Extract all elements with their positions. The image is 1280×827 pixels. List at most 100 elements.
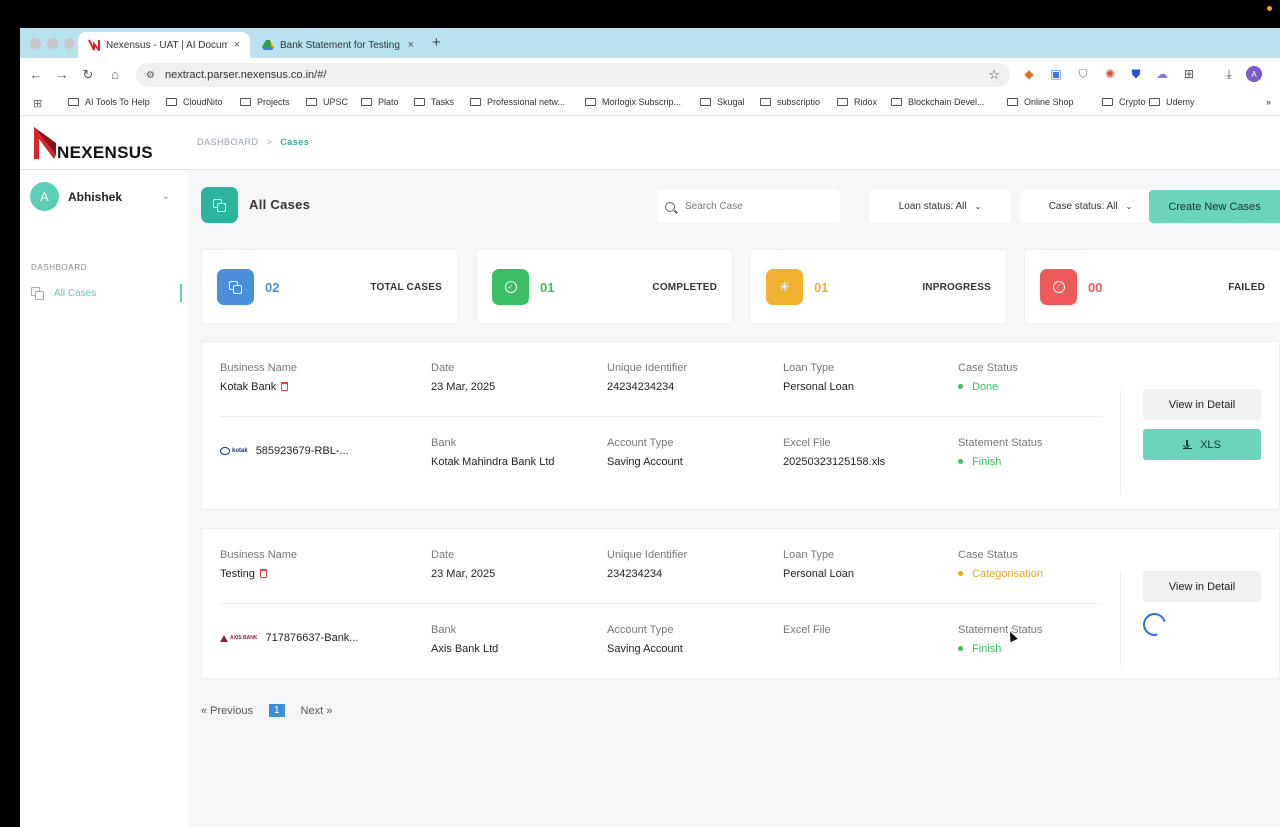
statement-name[interactable]: 717876637-Bank... bbox=[266, 632, 359, 644]
date-value: 23 Mar, 2025 bbox=[431, 381, 496, 393]
close-window-button[interactable] bbox=[30, 38, 41, 49]
bookmark-item[interactable]: Crypto bbox=[1102, 97, 1146, 107]
folder-icon bbox=[240, 98, 251, 106]
bookmark-item[interactable]: Plato bbox=[361, 97, 399, 107]
bookmark-item[interactable]: AI Tools To Help bbox=[68, 97, 150, 107]
unique-identifier-value: 24234234234 bbox=[607, 381, 675, 393]
reload-icon[interactable]: ↻ bbox=[80, 67, 96, 83]
excel-file-value: 20250323125158.xls bbox=[783, 456, 886, 468]
bookmarks-bar: ⊞ AI Tools To Help CloudNito Projects UP… bbox=[20, 92, 1280, 116]
minimize-window-button[interactable] bbox=[47, 38, 58, 49]
trash-icon[interactable] bbox=[281, 381, 289, 391]
bookmark-star-icon[interactable]: ☆ bbox=[988, 67, 1000, 83]
field-label: Date bbox=[431, 549, 455, 561]
block-icon: ⁄ bbox=[1040, 269, 1077, 305]
sidebar: A Abhishek ⌄ DASHBOARD All Cases bbox=[20, 170, 188, 827]
folder-icon bbox=[760, 98, 771, 106]
apps-grid-icon[interactable]: ⊞ bbox=[33, 97, 42, 110]
bookmark-item[interactable]: Udemy bbox=[1149, 97, 1195, 107]
nexensus-logo[interactable]: NEXENSUS bbox=[32, 125, 162, 165]
bookmark-item[interactable]: Skugal bbox=[700, 97, 745, 107]
account-type-cell: Account Type Saving Account bbox=[607, 624, 683, 658]
bookmark-item[interactable]: Professional netw... bbox=[470, 97, 565, 107]
excel-file-cell: Excel File bbox=[783, 624, 831, 640]
download-xls-button[interactable]: XLS bbox=[1143, 429, 1261, 460]
xls-label: XLS bbox=[1200, 438, 1221, 451]
statement-status-cell: Statement Status Finish bbox=[958, 624, 1042, 658]
field-label: Business Name bbox=[220, 362, 298, 374]
home-icon[interactable]: ⌂ bbox=[107, 67, 123, 82]
view-in-detail-button[interactable]: View in Detail bbox=[1143, 389, 1261, 420]
download-icon bbox=[1183, 440, 1193, 449]
breadcrumb-dashboard[interactable]: DASHBOARD bbox=[197, 137, 259, 147]
business-name-value: Kotak Bank bbox=[220, 381, 277, 393]
case-status-dropdown[interactable]: Case status: All ⌄ bbox=[1020, 190, 1161, 223]
statement-name[interactable]: 585923679-RBL-... bbox=[256, 445, 349, 457]
user-menu[interactable]: A Abhishek ⌄ bbox=[30, 182, 170, 211]
create-new-cases-button[interactable]: Create New Cases bbox=[1149, 190, 1280, 223]
nexensus-logo-mark-icon bbox=[34, 127, 56, 159]
new-tab-button[interactable]: + bbox=[432, 34, 441, 51]
screen-extension-icon[interactable]: ▣ bbox=[1048, 67, 1064, 81]
screen-top-strip bbox=[0, 0, 1280, 28]
loan-status-dropdown[interactable]: Loan status: All ⌄ bbox=[869, 190, 1011, 223]
shield-extension-icon[interactable]: ⛉ bbox=[1075, 67, 1091, 82]
next-page-link[interactable]: Next » bbox=[301, 705, 333, 717]
tab-title: Bank Statement for Testing - bbox=[280, 39, 402, 51]
statement-status-cell: Statement Status Finish bbox=[958, 437, 1042, 471]
bookmark-item[interactable]: Blockchain Devel... bbox=[891, 97, 985, 107]
folder-icon bbox=[1149, 98, 1160, 106]
loan-type-cell: Loan Type Personal Loan bbox=[783, 362, 854, 396]
cloud-extension-icon[interactable]: ☁ bbox=[1154, 67, 1170, 81]
page-number-current[interactable]: 1 bbox=[268, 704, 285, 717]
folder-icon bbox=[470, 98, 481, 106]
view-in-detail-button[interactable]: View in Detail bbox=[1143, 571, 1261, 602]
bookmark-item[interactable]: Online Shop bbox=[1007, 97, 1074, 107]
user-name: Abhishek bbox=[68, 189, 123, 204]
close-tab-icon[interactable]: × bbox=[408, 39, 414, 51]
folder-icon bbox=[68, 98, 79, 106]
statement-status-value: Finish bbox=[972, 643, 1002, 655]
colorful-extension-icon[interactable]: ✺ bbox=[1102, 67, 1118, 81]
tab-bank-statement[interactable]: Bank Statement for Testing - × bbox=[252, 32, 424, 58]
stat-value: 00 bbox=[1088, 280, 1103, 295]
previous-page-link[interactable]: « Previous bbox=[201, 705, 253, 717]
profile-avatar[interactable]: A bbox=[1246, 66, 1262, 82]
vertical-divider bbox=[1120, 571, 1121, 666]
metamask-extension-icon[interactable]: ◆ bbox=[1021, 67, 1037, 81]
sidebar-item-all-cases[interactable]: All Cases bbox=[31, 284, 182, 302]
loan-type-value: Personal Loan bbox=[783, 381, 854, 393]
search-input[interactable] bbox=[685, 201, 825, 212]
bookmark-item[interactable]: subscriptio bbox=[760, 97, 820, 107]
bookmark-item[interactable]: Tasks bbox=[414, 97, 454, 107]
case-status-value: Categorisation bbox=[972, 568, 1043, 580]
site-settings-icon[interactable]: ⚙ bbox=[146, 70, 155, 81]
address-bar[interactable]: ⚙ nextract.parser.nexensus.co.in/#/ ☆ bbox=[136, 63, 1010, 87]
tab-nexensus[interactable]: Nexensus - UAT | AI Document × bbox=[78, 32, 250, 58]
bookmark-item[interactable]: CloudNito bbox=[166, 97, 223, 107]
back-icon[interactable]: ← bbox=[28, 67, 44, 82]
google-drive-icon bbox=[262, 40, 274, 50]
bookmark-item[interactable]: Ridox bbox=[837, 97, 877, 107]
business-name-cell: Business Name Testing bbox=[220, 549, 297, 583]
bookmark-item[interactable]: Morlogix Subscrip... bbox=[585, 97, 681, 107]
close-tab-icon[interactable]: × bbox=[234, 39, 240, 51]
folder-icon bbox=[891, 98, 902, 106]
trash-icon[interactable] bbox=[259, 568, 267, 578]
folder-icon bbox=[1007, 98, 1018, 106]
stat-value: 02 bbox=[265, 280, 280, 295]
downloads-icon[interactable]: ⤓ bbox=[1221, 67, 1237, 82]
stat-completed: ✓ 01 COMPLETED bbox=[476, 249, 733, 324]
sidebar-section-label: DASHBOARD bbox=[31, 263, 88, 272]
bookmark-item[interactable]: UPSC bbox=[306, 97, 348, 107]
divider bbox=[220, 603, 1102, 604]
more-bookmarks-icon[interactable]: » bbox=[1266, 97, 1271, 107]
window-controls bbox=[30, 38, 75, 49]
extensions-puzzle-icon[interactable]: ⊞ bbox=[1181, 67, 1197, 81]
maximize-window-button[interactable] bbox=[64, 38, 75, 49]
bookmark-item[interactable]: Projects bbox=[240, 97, 290, 107]
bitwarden-extension-icon[interactable]: ⛊ bbox=[1128, 67, 1144, 82]
forward-icon[interactable]: → bbox=[54, 67, 70, 82]
status-dot bbox=[958, 645, 963, 651]
folder-icon bbox=[837, 98, 848, 106]
